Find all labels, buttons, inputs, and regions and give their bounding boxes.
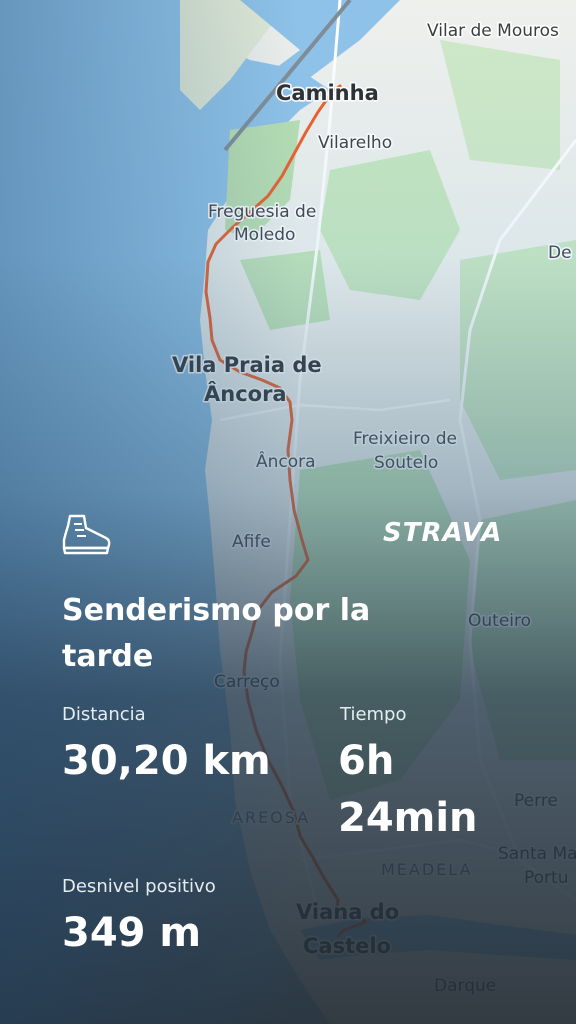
map-label-meadela: MEADELA xyxy=(381,860,473,879)
map-label-vila-praia-2: Âncora xyxy=(204,381,287,406)
map-label-caminha: Caminha xyxy=(276,81,379,105)
map-label-ancora: Âncora xyxy=(256,450,316,472)
activity-title: Senderismo por la tarde xyxy=(62,593,371,674)
map-label-freixieiro: Freixieiro de xyxy=(353,429,457,449)
map-label-darque: Darque xyxy=(434,976,496,996)
strava-logo: STRAVA xyxy=(383,518,503,548)
map-label-afife: Afife xyxy=(232,532,271,552)
map-label-areosa: AREOSA xyxy=(232,808,310,827)
map-label-viana: Viana do xyxy=(296,900,399,924)
distance-label: Distancia xyxy=(62,704,146,725)
map-label-santa-ma: Santa Ma xyxy=(498,844,576,864)
map-label-portu: Portu xyxy=(524,868,568,888)
hiking-boot-icon xyxy=(62,514,111,555)
time-value-hours: 6h xyxy=(338,738,395,784)
distance-value: 30,20 km xyxy=(62,738,271,784)
map-label-perre: Perre xyxy=(514,791,558,811)
map-label-moledo-2: Moledo xyxy=(234,225,295,245)
elevation-value: 349 m xyxy=(62,910,202,956)
map-label-vila-praia: Vila Praia de xyxy=(172,353,322,377)
elevation-label: Desnivel positivo xyxy=(62,876,216,897)
map-label-vilarelho: Vilarelho xyxy=(318,133,392,153)
map-label-viana-2: Castelo xyxy=(303,934,391,958)
time-label: Tiempo xyxy=(340,704,407,725)
map-label-de: De xyxy=(548,243,572,263)
map-label-moledo: Freguesia de xyxy=(208,202,316,222)
map-label-vilar-de-mouros: Vilar de Mouros xyxy=(427,21,559,41)
map-label-outeiro: Outeiro xyxy=(468,611,531,631)
map-label-freixieiro-2: Soutelo xyxy=(374,453,438,473)
activity-share-card: Vilar de Mouros Caminha Vilarelho Fregue… xyxy=(0,0,576,1024)
time-value-minutes: 24min xyxy=(338,795,478,841)
